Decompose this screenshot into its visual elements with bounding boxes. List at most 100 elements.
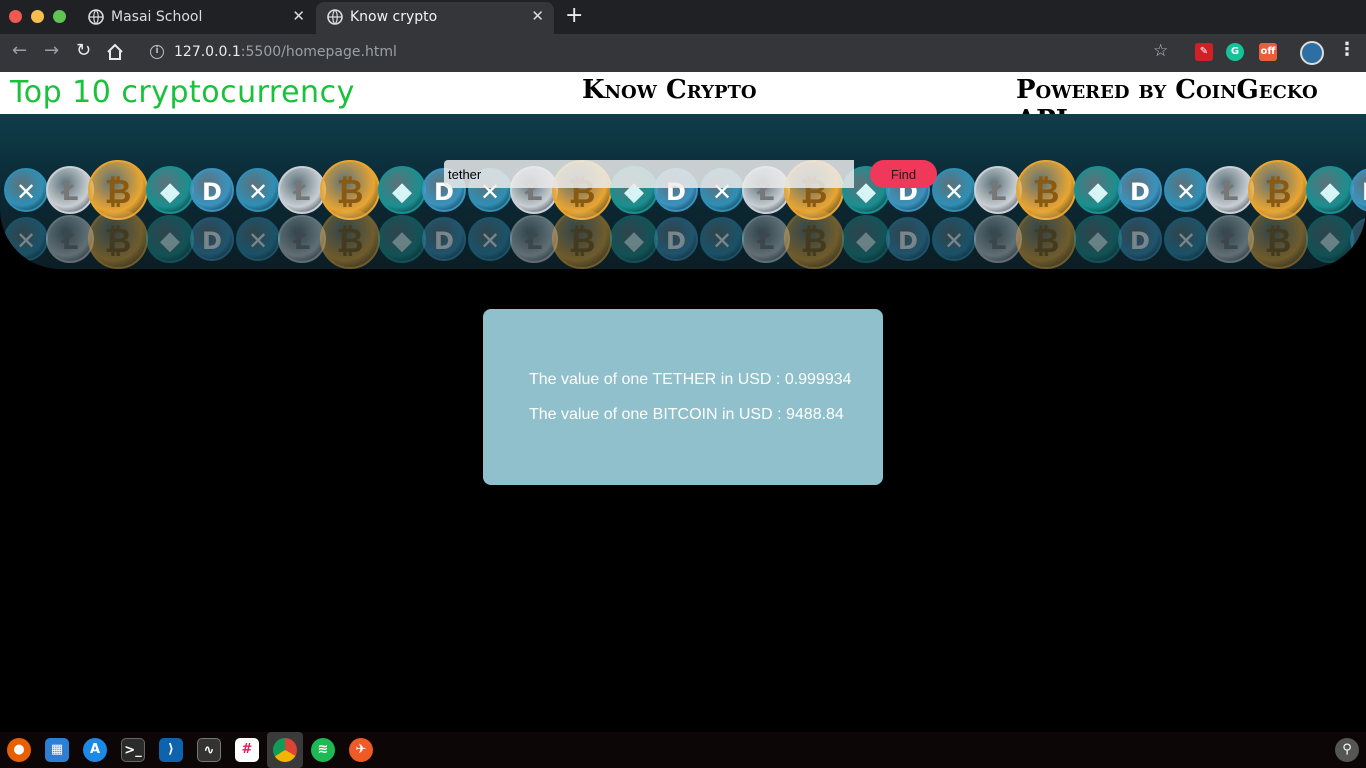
address-bar[interactable]: i 127.0.0.1:5500/homepage.html bbox=[140, 38, 1182, 68]
bookmark-star-icon[interactable]: ☆ bbox=[1153, 41, 1168, 61]
dash-coin-icon: D bbox=[886, 217, 930, 261]
coin-banner-tile: ✕✕ŁŁ₿₿◆◆DD bbox=[928, 114, 1162, 269]
ethereum-coin-icon: ◆ bbox=[378, 215, 426, 263]
bitcoin-coin-icon: ₿ bbox=[88, 209, 148, 269]
monitor-icon[interactable]: ∿ bbox=[197, 738, 221, 762]
ripple-coin-icon: ✕ bbox=[932, 168, 976, 212]
new-tab-button[interactable]: + bbox=[565, 3, 583, 28]
extension-icon[interactable]: ✎ bbox=[1195, 43, 1213, 61]
ripple-coin-icon: ✕ bbox=[1164, 168, 1208, 212]
avatar[interactable] bbox=[1300, 41, 1324, 65]
tab-title: Masai School bbox=[111, 9, 203, 25]
home-icon[interactable] bbox=[106, 43, 124, 61]
window-close-button[interactable] bbox=[9, 10, 22, 23]
taskbar: ● ▦ A >_ ⟩ ∿ # ≋ ✈ ⚲ bbox=[0, 732, 1366, 768]
close-tab-icon[interactable]: ✕ bbox=[292, 7, 305, 25]
dash-coin-icon: D bbox=[1350, 168, 1366, 212]
close-tab-icon[interactable]: ✕ bbox=[531, 7, 544, 25]
info-icon[interactable]: i bbox=[150, 45, 164, 59]
litecoin-coin-icon: Ł bbox=[974, 215, 1022, 263]
ripple-coin-icon: ✕ bbox=[1164, 217, 1208, 261]
terminal-icon[interactable]: >_ bbox=[121, 738, 145, 762]
dash-coin-icon: D bbox=[190, 168, 234, 212]
dash-coin-icon: D bbox=[1350, 217, 1366, 261]
chrome-icon[interactable] bbox=[273, 738, 297, 762]
ripple-coin-icon: ✕ bbox=[468, 217, 512, 261]
crypto-coins-banner: ✕ ✕ Ł Ł ₿ ₿ ◆ ◆ D D ✕ ✕ Ł Ł ₿ ₿ ◆ ◆ D D ✕ ✕ Ł Ł ₿ ₿ ◆ ◆ D D ✕ ✕ Ł Ł ₿ ₿ ◆ ◆ D D… bbox=[0, 114, 1366, 269]
reload-icon[interactable]: ↻ bbox=[76, 40, 91, 61]
ethereum-coin-icon: ◆ bbox=[610, 215, 658, 263]
url-text[interactable]: 127.0.0.1:5500/homepage.html bbox=[174, 44, 397, 60]
coin-banner-tile: ✕✕ŁŁ₿₿◆◆DD bbox=[1160, 114, 1366, 269]
ripple-coin-icon: ✕ bbox=[236, 168, 280, 212]
litecoin-coin-icon: Ł bbox=[278, 215, 326, 263]
bitcoin-coin-icon: ₿ bbox=[552, 209, 612, 269]
header-top10-link[interactable]: Top 10 cryptocurrency bbox=[10, 75, 355, 110]
dash-coin-icon: D bbox=[654, 217, 698, 261]
tab-masai-school[interactable]: Masai School ✕ bbox=[77, 2, 315, 34]
slack-icon[interactable]: # bbox=[235, 738, 259, 762]
site-header: Top 10 cryptocurrency Know Crypto Powere… bbox=[0, 72, 1366, 135]
ethereum-coin-icon: ◆ bbox=[1306, 215, 1354, 263]
ethereum-coin-icon: ◆ bbox=[1074, 215, 1122, 263]
ripple-coin-icon: ✕ bbox=[4, 217, 48, 261]
ethereum-coin-icon: ◆ bbox=[1306, 166, 1354, 214]
forward-arrow-icon[interactable]: → bbox=[44, 40, 59, 61]
ethereum-coin-icon: ◆ bbox=[842, 215, 890, 263]
extension-off-icon[interactable]: off bbox=[1259, 43, 1277, 61]
search-input[interactable] bbox=[444, 160, 854, 188]
find-button[interactable]: Find bbox=[870, 160, 937, 188]
litecoin-coin-icon: Ł bbox=[742, 215, 790, 263]
menu-dots-icon[interactable]: ⋮ bbox=[1338, 39, 1356, 60]
appstore-icon[interactable]: A bbox=[83, 738, 107, 762]
browser-toolbar: ← → ↻ i 127.0.0.1:5500/homepage.html ☆ ✎… bbox=[0, 34, 1366, 72]
coin-banner-tile: ✕✕ŁŁ₿₿◆◆DD bbox=[464, 114, 698, 269]
dash-coin-icon: D bbox=[1118, 217, 1162, 261]
files-icon[interactable]: ▦ bbox=[45, 738, 69, 762]
ethereum-coin-icon: ◆ bbox=[146, 215, 194, 263]
dash-coin-icon: D bbox=[1118, 168, 1162, 212]
ripple-coin-icon: ✕ bbox=[700, 217, 744, 261]
litecoin-coin-icon: Ł bbox=[974, 166, 1022, 214]
page-content: Top 10 cryptocurrency Know Crypto Powere… bbox=[0, 72, 1366, 732]
window-maximize-button[interactable] bbox=[53, 10, 66, 23]
coin-banner-tile: ✕✕ŁŁ₿₿◆◆DD bbox=[0, 114, 234, 269]
litecoin-coin-icon: Ł bbox=[510, 215, 558, 263]
launcher-icon[interactable]: ⚲ bbox=[1335, 738, 1359, 762]
ripple-coin-icon: ✕ bbox=[932, 217, 976, 261]
spotify-icon[interactable]: ≋ bbox=[311, 738, 335, 762]
ethereum-coin-icon: ◆ bbox=[146, 166, 194, 214]
grammarly-icon[interactable]: G bbox=[1226, 43, 1244, 61]
litecoin-coin-icon: Ł bbox=[46, 166, 94, 214]
coin-banner-tile: ✕✕ŁŁ₿₿◆◆DD bbox=[232, 114, 466, 269]
bitcoin-coin-icon: ₿ bbox=[1016, 209, 1076, 269]
ripple-coin-icon: ✕ bbox=[4, 168, 48, 212]
litecoin-coin-icon: Ł bbox=[278, 166, 326, 214]
bitcoin-coin-icon: ₿ bbox=[320, 209, 380, 269]
ethereum-coin-icon: ◆ bbox=[378, 166, 426, 214]
bitcoin-coin-icon: ₿ bbox=[784, 209, 844, 269]
vscode-icon[interactable]: ⟩ bbox=[159, 738, 183, 762]
result-line: The value of one TETHER in USD : 0.99993… bbox=[529, 371, 852, 388]
ethereum-coin-icon: ◆ bbox=[1074, 166, 1122, 214]
window-minimize-button[interactable] bbox=[31, 10, 44, 23]
litecoin-coin-icon: Ł bbox=[1206, 215, 1254, 263]
firefox-icon[interactable]: ● bbox=[7, 738, 31, 762]
globe-icon bbox=[327, 9, 343, 25]
result-line: The value of one BITCOIN in USD : 9488.8… bbox=[529, 406, 844, 423]
page-title: Know Crypto bbox=[582, 75, 757, 105]
ripple-coin-icon: ✕ bbox=[236, 217, 280, 261]
litecoin-coin-icon: Ł bbox=[46, 215, 94, 263]
postman-icon[interactable]: ✈ bbox=[349, 738, 373, 762]
dash-coin-icon: D bbox=[422, 217, 466, 261]
litecoin-coin-icon: Ł bbox=[1206, 166, 1254, 214]
globe-icon bbox=[88, 9, 104, 25]
back-arrow-icon[interactable]: ← bbox=[12, 40, 27, 61]
tab-know-crypto[interactable]: Know crypto ✕ bbox=[316, 2, 554, 34]
dash-coin-icon: D bbox=[190, 217, 234, 261]
coin-banner-tile: ✕✕ŁŁ₿₿◆◆DD bbox=[696, 114, 930, 269]
bitcoin-coin-icon: ₿ bbox=[1248, 209, 1308, 269]
browser-tab-bar: Masai School ✕ Know crypto ✕ + bbox=[0, 0, 1366, 34]
result-card: The value of one TETHER in USD : 0.99993… bbox=[483, 309, 883, 485]
tab-title: Know crypto bbox=[350, 9, 438, 25]
